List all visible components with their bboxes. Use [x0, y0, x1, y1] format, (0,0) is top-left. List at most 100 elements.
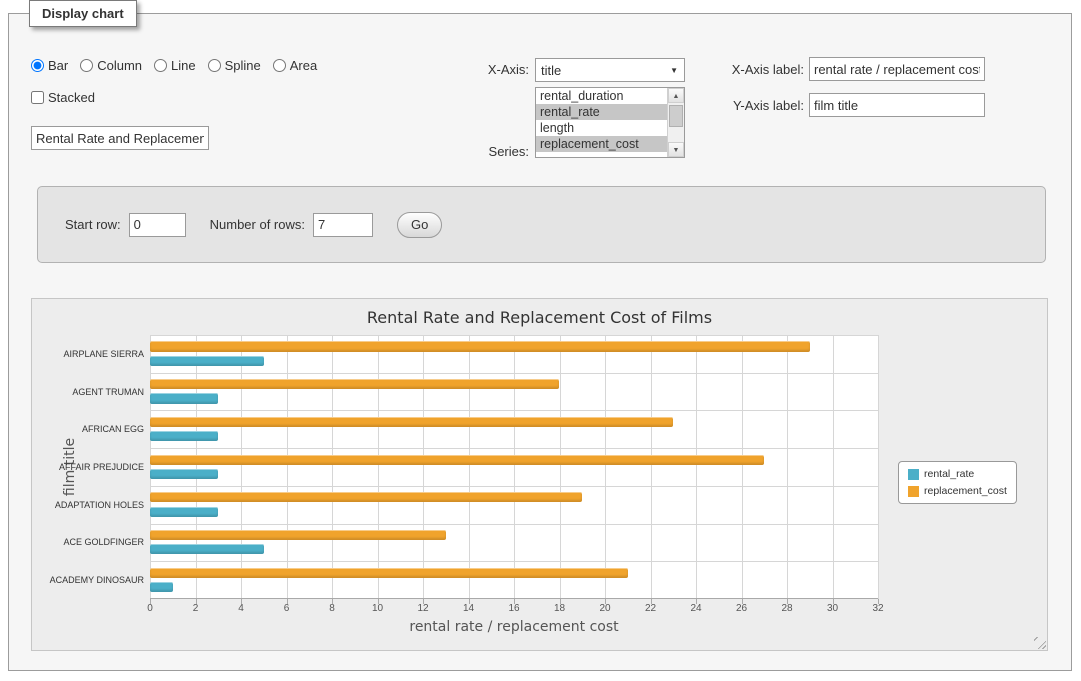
chart-type-radio-bar[interactable] — [31, 59, 44, 72]
chart-type-label: Line — [171, 58, 196, 73]
category-label: AGENT TRUMAN — [72, 387, 144, 397]
bar-rental_rate — [150, 393, 218, 403]
legend-swatch — [908, 486, 919, 497]
rows-panel: Start row: Number of rows: Go — [37, 186, 1046, 263]
x-axis-line — [150, 598, 878, 599]
legend-label: replacement_cost — [924, 485, 1007, 497]
resize-handle-icon[interactable] — [1034, 637, 1046, 649]
chart-type-label: Spline — [225, 58, 261, 73]
legend-item-replacement_cost[interactable]: replacement_cost — [908, 485, 1007, 497]
bar-rental_rate — [150, 431, 218, 441]
x-tick-label: 10 — [372, 603, 383, 614]
gridline — [878, 335, 879, 599]
bar-replacement_cost — [150, 530, 446, 540]
gridline — [150, 524, 878, 525]
chart-legend: rental_rate replacement_cost — [898, 461, 1017, 504]
start-row-label: Start row: — [65, 217, 121, 232]
bar-rental_rate — [150, 507, 218, 517]
x-tick-label: 28 — [781, 603, 792, 614]
chart-type-option-column[interactable]: Column — [80, 58, 142, 73]
chart-type-label: Column — [97, 58, 142, 73]
num-rows-label: Number of rows: — [210, 217, 305, 232]
chart-title-input[interactable] — [31, 126, 209, 150]
display-chart-fieldset: Display chart BarColumnLineSplineArea St… — [8, 13, 1072, 671]
stacked-label: Stacked — [48, 90, 95, 105]
gridline — [833, 335, 834, 599]
category-label: ADAPTATION HOLES — [55, 500, 144, 510]
chart-type-option-spline[interactable]: Spline — [208, 58, 261, 73]
category-label: AFRICAN EGG — [82, 424, 144, 434]
x-tick-label: 24 — [690, 603, 701, 614]
plot-area — [150, 335, 878, 599]
series-options: rental_durationrental_ratelengthreplacem… — [536, 88, 667, 157]
chart-type-radio-column[interactable] — [80, 59, 93, 72]
gridline — [241, 335, 242, 599]
start-row-input[interactable] — [129, 213, 186, 237]
chart-type-radio-spline[interactable] — [208, 59, 221, 72]
series-option[interactable]: replacement_cost — [536, 136, 667, 152]
gridline — [605, 335, 606, 599]
gridline — [651, 335, 652, 599]
chart-type-option-bar[interactable]: Bar — [31, 58, 68, 73]
x-tick-label: 26 — [736, 603, 747, 614]
fieldset-legend: Display chart — [29, 0, 137, 27]
y-axis-label-input[interactable] — [809, 93, 985, 117]
gridline — [378, 335, 379, 599]
gridline — [150, 561, 878, 562]
chart-title: Rental Rate and Replacement Cost of Film… — [32, 308, 1047, 327]
chart-type-label: Bar — [48, 58, 68, 73]
chart-type-option-area[interactable]: Area — [273, 58, 317, 73]
num-rows-input[interactable] — [313, 213, 373, 237]
x-tick-label: 6 — [284, 603, 290, 614]
stacked-checkbox-row: Stacked — [31, 90, 95, 107]
series-option[interactable]: length — [536, 120, 667, 136]
category-label: ACE GOLDFINGER — [63, 537, 144, 547]
gridline — [423, 335, 424, 599]
series-option[interactable]: rental_rate — [536, 104, 667, 120]
gridline — [332, 335, 333, 599]
bar-replacement_cost — [150, 455, 764, 465]
gridline — [560, 335, 561, 599]
bar-rental_rate — [150, 544, 264, 554]
stacked-option[interactable]: Stacked — [31, 90, 95, 105]
x-tick-label: 20 — [599, 603, 610, 614]
x-axis-label-field-label: X-Axis label: — [649, 58, 804, 82]
chart-type-radio-line[interactable] — [154, 59, 167, 72]
gridline — [150, 410, 878, 411]
bar-rental_rate — [150, 582, 173, 592]
x-tick-label: 8 — [329, 603, 335, 614]
gridline — [150, 373, 878, 374]
bar-replacement_cost — [150, 492, 582, 502]
x-tick-label: 2 — [193, 603, 199, 614]
category-label: AIRPLANE SIERRA — [63, 349, 144, 359]
scroll-down-icon[interactable]: ▼ — [668, 142, 684, 157]
x-tick-label: 0 — [147, 603, 153, 614]
series-option[interactable]: rental_duration — [536, 88, 667, 104]
legend-label: rental_rate — [924, 468, 974, 480]
x-tick-label: 22 — [645, 603, 656, 614]
legend-swatch — [908, 469, 919, 480]
x-axis-label-input[interactable] — [809, 57, 985, 81]
x-tick-label: 18 — [554, 603, 565, 614]
go-button[interactable]: Go — [397, 212, 442, 238]
x-tick-label: 16 — [508, 603, 519, 614]
chart-type-option-line[interactable]: Line — [154, 58, 196, 73]
chart-type-radios: Bar Column Line Spline Area — [31, 58, 317, 73]
gridline — [150, 335, 151, 599]
stacked-checkbox[interactable] — [31, 91, 44, 104]
bar-rental_rate — [150, 356, 264, 366]
x-tick-label: 4 — [238, 603, 244, 614]
gridline — [150, 335, 878, 336]
y-axis-label-field-label: Y-Axis label: — [649, 94, 804, 118]
x-axis-title: rental rate / replacement cost — [150, 619, 878, 635]
gridline — [696, 335, 697, 599]
gridline — [196, 335, 197, 599]
category-label: ACADEMY DINOSAUR — [50, 575, 144, 585]
gridline — [514, 335, 515, 599]
chart-type-radio-area[interactable] — [273, 59, 286, 72]
x-tick-labels: 02468101214161820222426283032 — [150, 603, 878, 617]
x-tick-label: 14 — [463, 603, 474, 614]
y-category-labels: AIRPLANE SIERRAAGENT TRUMANAFRICAN EGGAF… — [32, 335, 144, 599]
legend-item-rental_rate[interactable]: rental_rate — [908, 468, 1007, 480]
x-tick-label: 32 — [872, 603, 883, 614]
